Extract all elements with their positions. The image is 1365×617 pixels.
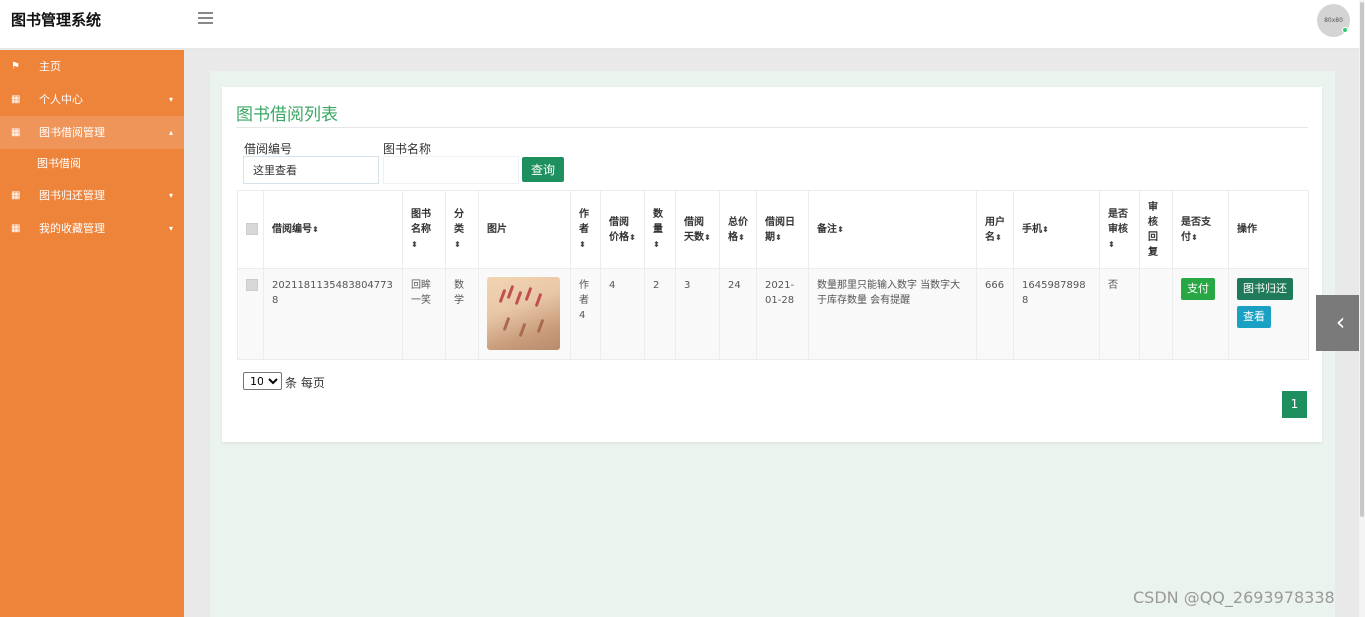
column-header[interactable]: 作者⬍	[570, 190, 601, 269]
chevron-down-icon: ▾	[168, 95, 173, 104]
page-size-label: 条 每页	[285, 376, 325, 390]
sidebar-item-borrow-management[interactable]: ▦ 图书借阅管理 ▴	[0, 116, 184, 149]
column-header: 操作	[1228, 190, 1309, 269]
cell-borrow-no: 20211811354838047738	[263, 268, 403, 360]
column-header[interactable]: 备注⬍	[808, 190, 977, 269]
grid-icon: ▦	[11, 127, 21, 138]
sidebar-item-label: 图书借阅管理	[39, 126, 105, 139]
sidebar-item-return-management[interactable]: ▦ 图书归还管理 ▾	[0, 179, 184, 212]
chevron-down-icon: ▾	[168, 191, 173, 200]
online-status-dot	[1342, 27, 1348, 33]
borrow-no-label: 借阅编号	[244, 142, 293, 156]
sidebar-item-home[interactable]: ⚑ 主页	[0, 50, 184, 83]
borrow-no-input[interactable]	[243, 156, 379, 184]
sort-icon: ⬍	[738, 232, 745, 242]
column-header[interactable]: 手机⬍	[1013, 190, 1100, 269]
column-header[interactable]: 是否审核⬍	[1099, 190, 1140, 269]
page-size-select[interactable]: 10	[243, 372, 282, 390]
chevron-down-icon: ▾	[168, 224, 173, 233]
book-name-label: 图书名称	[383, 142, 432, 156]
chevron-left-icon[interactable]: ‹	[1316, 295, 1365, 351]
scrollbar-thumb[interactable]	[1360, 2, 1364, 517]
grid-icon: ▦	[11, 190, 21, 201]
column-header[interactable]: 借阅编号⬍	[263, 190, 403, 269]
cell-phone: 16459878988	[1013, 268, 1100, 360]
sort-icon: ⬍	[775, 232, 782, 242]
query-button[interactable]: 查询	[522, 157, 564, 182]
sidebar-subitem-borrow[interactable]: 图书借阅	[0, 149, 184, 179]
column-header[interactable]: 用户名⬍	[976, 190, 1014, 269]
grid-icon: ▦	[11, 94, 21, 105]
watermark: CSDN @QQ_2693978338	[1133, 588, 1335, 607]
divider	[236, 127, 1308, 128]
cell-remark: 数量那里只能输入数字 当数字大于库存数量 会有提醒	[808, 268, 977, 360]
app-title: 图书管理系统	[11, 11, 102, 29]
sort-icon: ⬍	[454, 240, 461, 249]
column-header[interactable]: 分类⬍	[445, 190, 479, 269]
sort-icon: ⬍	[1042, 225, 1049, 234]
sidebar: ⚑ 主页 ▦ 个人中心 ▾ ▦ 图书借阅管理 ▴ 图书借阅 ▦ 图书归还管理 ▾…	[0, 50, 184, 617]
sort-icon: ⬍	[653, 240, 660, 249]
cell-days: 3	[675, 268, 720, 360]
cell-category: 数学	[445, 268, 479, 360]
select-all-cell	[237, 190, 264, 269]
cell-author: 作者4	[570, 268, 601, 360]
flag-icon: ⚑	[11, 61, 20, 72]
sort-icon: ⬍	[312, 225, 319, 234]
sort-icon: ⬍	[1191, 232, 1198, 242]
column-header[interactable]: 借阅价格⬍	[600, 190, 645, 269]
cell-date: 2021-01-28	[756, 268, 809, 360]
sort-icon: ⬍	[579, 240, 586, 249]
sort-icon: ⬍	[704, 232, 711, 242]
top-navbar: 图书管理系统 80x80	[0, 0, 1365, 49]
column-header[interactable]: 借阅日期⬍	[756, 190, 809, 269]
sort-icon: ⬍	[629, 232, 636, 242]
sort-icon: ⬍	[995, 232, 1002, 242]
select-all-checkbox[interactable]	[246, 223, 258, 235]
view-button[interactable]: 查看	[1237, 306, 1271, 328]
column-header[interactable]: 总价格⬍	[719, 190, 757, 269]
column-header[interactable]: 是否支付⬍	[1172, 190, 1229, 269]
row-checkbox[interactable]	[246, 279, 258, 291]
menu-toggle-icon[interactable]	[198, 12, 213, 24]
book-name-input[interactable]	[383, 156, 519, 184]
cell-audit-reply	[1139, 268, 1173, 360]
column-header[interactable]: 图书名称⬍	[402, 190, 446, 269]
column-header[interactable]: 借阅天数⬍	[675, 190, 720, 269]
sidebar-item-personal-center[interactable]: ▦ 个人中心 ▾	[0, 83, 184, 116]
sidebar-item-label: 我的收藏管理	[39, 222, 105, 235]
sort-icon: ⬍	[1108, 240, 1115, 249]
sort-icon: ⬍	[411, 240, 418, 249]
table-row: 20211811354838047738 回眸一笑 数学 作者4 4 2 3 2…	[237, 268, 1309, 360]
column-header: 图片	[478, 190, 571, 269]
borrow-table: 借阅编号⬍ 图书名称⬍ 分类⬍ 图片 作者⬍ 借阅价格⬍ 数量⬍ 借阅天数⬍ 总…	[237, 190, 1309, 360]
cell-paid: 支付	[1172, 268, 1229, 360]
cell-price: 4	[600, 268, 645, 360]
page-number-button[interactable]: 1	[1282, 391, 1307, 418]
select-cell	[237, 268, 264, 360]
table-header-row: 借阅编号⬍ 图书名称⬍ 分类⬍ 图片 作者⬍ 借阅价格⬍ 数量⬍ 借阅天数⬍ 总…	[237, 190, 1309, 269]
page-title: 图书借阅列表	[236, 105, 338, 125]
chevron-up-icon: ▴	[168, 128, 173, 137]
sidebar-item-label: 主页	[39, 60, 61, 73]
column-header: 审核回复	[1139, 190, 1173, 269]
grid-icon: ▦	[11, 223, 21, 234]
sidebar-item-label: 图书归还管理	[39, 189, 105, 202]
sidebar-item-favorites-management[interactable]: ▦ 我的收藏管理 ▾	[0, 212, 184, 245]
cell-total: 24	[719, 268, 757, 360]
cell-book-name: 回眸一笑	[402, 268, 446, 360]
borrow-list-card: 图书借阅列表 借阅编号 图书名称 查询 借阅编号⬍ 图书名称⬍ 分类⬍ 图片 作…	[222, 87, 1322, 442]
cell-audited: 否	[1099, 268, 1140, 360]
sort-icon: ⬍	[837, 225, 844, 234]
pay-button[interactable]: 支付	[1181, 278, 1215, 300]
return-book-button[interactable]: 图书归还	[1237, 278, 1293, 300]
book-cover-image[interactable]	[487, 277, 560, 350]
cell-quantity: 2	[644, 268, 676, 360]
cell-actions: 图书归还 查看	[1228, 268, 1309, 360]
column-header[interactable]: 数量⬍	[644, 190, 676, 269]
sidebar-item-label: 个人中心	[39, 93, 83, 106]
cell-image	[478, 268, 571, 360]
cell-username: 666	[976, 268, 1014, 360]
